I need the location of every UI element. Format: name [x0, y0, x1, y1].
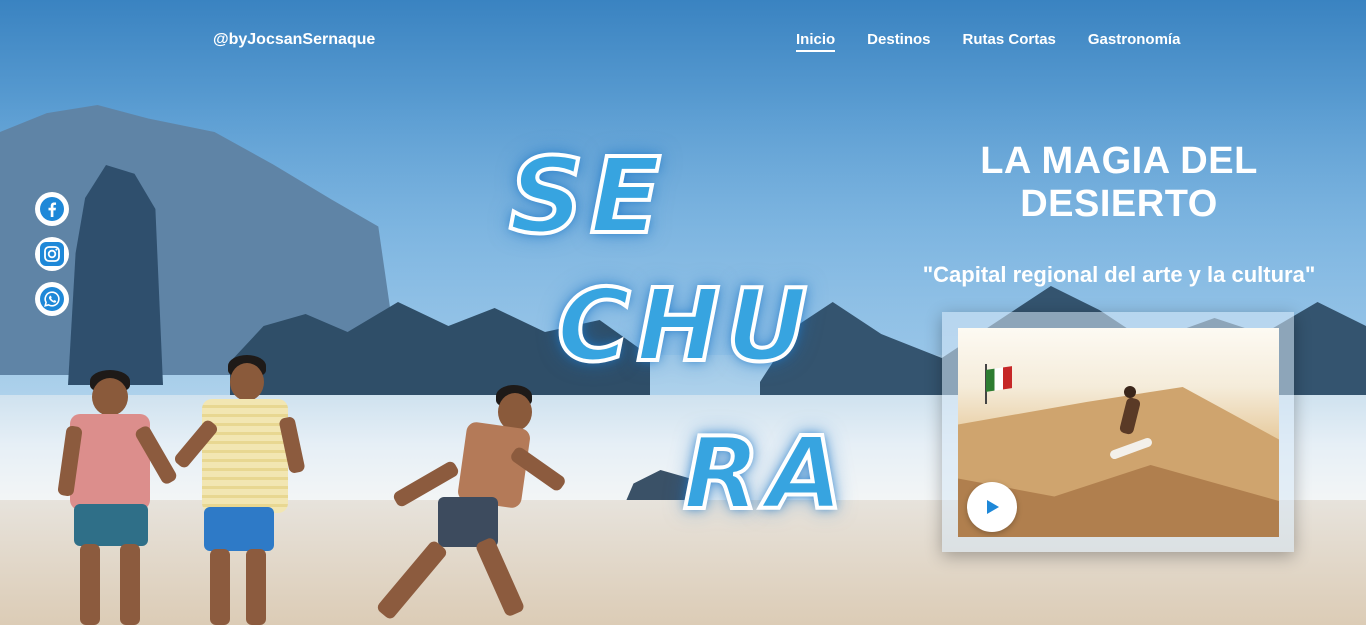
nav-inicio[interactable]: Inicio	[796, 31, 836, 52]
nav-gastronomia[interactable]: Gastronomía	[1088, 31, 1181, 52]
title-line-2: CHU	[555, 265, 814, 386]
top-navigation: @byJocsanSernaque Inicio Destinos Rutas …	[0, 0, 1366, 82]
sechura-logo-title: SE CHU RA	[505, 133, 895, 545]
title-line-3: RA	[681, 413, 850, 534]
instagram-icon[interactable]	[35, 237, 69, 271]
flag-icon	[986, 366, 1012, 392]
whatsapp-icon[interactable]	[35, 282, 69, 316]
video-thumbnail[interactable]	[958, 328, 1279, 537]
title-line-1: SE	[507, 133, 667, 259]
hero-heading: LA MAGIA DEL DESIERTO	[980, 140, 1258, 225]
person-striped-shirt	[172, 355, 306, 625]
nav-destinos[interactable]: Destinos	[867, 31, 930, 52]
person-pink-shirt	[57, 370, 179, 625]
nav-rutas-cortas[interactable]: Rutas Cortas	[963, 31, 1056, 52]
social-links	[35, 192, 69, 316]
site-brand[interactable]: @byJocsanSernaque	[213, 31, 375, 49]
sandboarder	[1108, 386, 1154, 466]
main-nav: Inicio Destinos Rutas Cortas Gastronomía	[796, 31, 1180, 52]
play-button[interactable]	[967, 482, 1017, 532]
hero-tagline: LA MAGIA DEL DESIERTO "Capital regional …	[900, 140, 1338, 288]
facebook-icon[interactable]	[35, 192, 69, 226]
video-card[interactable]	[942, 312, 1294, 552]
play-icon	[987, 500, 999, 514]
hero-subheading: "Capital regional del arte y la cultura"	[922, 262, 1316, 287]
